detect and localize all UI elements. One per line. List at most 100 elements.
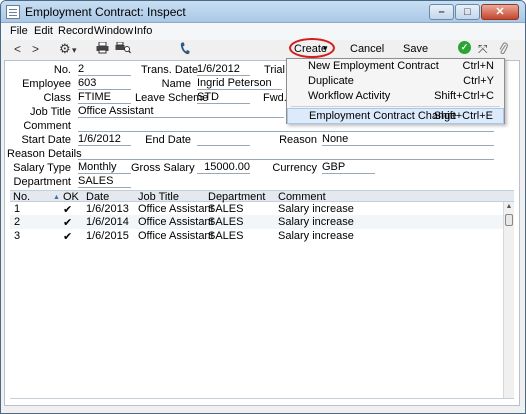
menu-window[interactable]: Window xyxy=(94,25,133,37)
row-comment: Salary increase xyxy=(278,230,354,242)
document-icon xyxy=(6,5,20,19)
scroll-thumb[interactable] xyxy=(505,214,513,226)
maximize-button[interactable]: □ xyxy=(455,4,480,20)
column-header-no[interactable]: No. xyxy=(13,192,30,203)
menu-item-shortcut: Ctrl+N xyxy=(462,60,494,72)
name-label: Name xyxy=(161,78,191,90)
menu-item-new-employment-contract[interactable]: New Employment Contract Ctrl+N xyxy=(287,59,504,75)
gear-icon[interactable]: ⚙ xyxy=(59,42,71,56)
close-button[interactable]: ✕ xyxy=(481,4,519,20)
gross-salary-field[interactable]: 15000.00 xyxy=(197,162,250,174)
menu-item-shortcut: Shift+Ctrl+C xyxy=(434,90,494,102)
department-field[interactable]: SALES xyxy=(78,176,131,188)
currency-field[interactable]: GBP xyxy=(322,162,375,174)
reason-label: Reason xyxy=(279,134,317,146)
currency-label: Currency xyxy=(272,162,317,174)
row-department: SALES xyxy=(208,230,244,242)
end-date-label: End Date xyxy=(145,134,191,146)
row-date: 1/6/2013 xyxy=(86,203,129,215)
expand-icon[interactable]: ⤧ xyxy=(478,42,488,56)
menu-edit[interactable]: Edit xyxy=(34,25,53,37)
ok-icon[interactable]: ✓ xyxy=(458,41,471,54)
no-label: No. xyxy=(53,64,71,76)
employee-field[interactable]: 603 xyxy=(78,78,131,90)
fwd-label: Fwd. xyxy=(263,92,287,104)
row-job-title: Office Assistant xyxy=(138,230,214,242)
row-department: SALES xyxy=(208,203,244,215)
row-no: 3 xyxy=(14,230,21,242)
leave-scheme-label: Leave Scheme xyxy=(135,92,209,104)
gross-salary-label: Gross Salary xyxy=(131,162,195,174)
start-date-label: Start Date xyxy=(21,134,71,146)
scroll-up-icon[interactable]: ▲ xyxy=(504,202,514,212)
reason-details-label: Reason Details xyxy=(7,148,82,160)
window-controls: – □ ✕ xyxy=(429,4,519,20)
row-job-title: Office Assistant xyxy=(138,203,214,215)
title-bar: Employment Contract: Inspect – □ ✕ xyxy=(1,1,525,23)
row-comment: Salary increase xyxy=(278,216,354,228)
row-date: 1/6/2015 xyxy=(86,230,129,242)
leave-scheme-field[interactable]: STD xyxy=(197,92,250,104)
end-date-field[interactable] xyxy=(197,134,250,146)
job-title-label: Job Title xyxy=(30,106,71,118)
save-button[interactable]: Save xyxy=(403,43,428,55)
column-header-date[interactable]: Date xyxy=(86,192,109,203)
no-field[interactable]: 2 xyxy=(78,64,131,76)
name-field[interactable]: Ingrid Peterson xyxy=(197,78,282,90)
checkmark-icon: ✔ xyxy=(63,231,73,243)
minimize-icon: – xyxy=(438,6,445,18)
print-preview-icon[interactable] xyxy=(115,41,132,57)
start-date-field[interactable]: 1/6/2012 xyxy=(78,134,131,146)
toolbar: < > ⚙ ▾ Create ▾ Cancel Save ⤧ xyxy=(1,38,525,60)
reason-field[interactable]: None xyxy=(322,134,494,146)
job-title-field[interactable]: Office Assistant xyxy=(78,106,284,118)
create-highlight-oval xyxy=(289,38,335,58)
menu-info[interactable]: Info xyxy=(134,25,152,37)
department-label: Department xyxy=(13,176,71,188)
column-header-job-title[interactable]: Job Title xyxy=(138,192,179,203)
column-header-ok[interactable]: OK xyxy=(63,192,79,203)
menu-item-shortcut: Shift+Ctrl+E xyxy=(433,110,493,122)
cancel-button[interactable]: Cancel xyxy=(350,43,384,55)
menu-item-workflow-activity[interactable]: Workflow Activity Shift+Ctrl+C xyxy=(287,89,504,105)
create-menu: New Employment Contract Ctrl+N Duplicate… xyxy=(286,58,505,124)
menu-item-label: New Employment Contract xyxy=(308,60,439,72)
menu-item-label: Duplicate xyxy=(308,75,354,87)
comment-label: Comment xyxy=(23,120,71,132)
grid-scrollbar[interactable]: ▲ xyxy=(503,202,514,398)
table-row[interactable]: 3 ✔ 1/6/2015 Office Assistant SALES Sala… xyxy=(10,229,504,243)
gear-dropdown-arrow[interactable]: ▾ xyxy=(72,43,77,57)
menu-item-shortcut: Ctrl+Y xyxy=(463,75,494,87)
row-comment: Salary increase xyxy=(278,203,354,215)
menu-file[interactable]: File xyxy=(10,25,28,37)
print-icon[interactable] xyxy=(96,41,109,57)
table-row[interactable]: 1 ✔ 1/6/2013 Office Assistant SALES Sala… xyxy=(10,202,504,216)
menu-separator xyxy=(291,106,500,107)
row-no: 2 xyxy=(14,216,21,228)
phone-icon[interactable] xyxy=(180,42,190,58)
next-record-button[interactable]: > xyxy=(32,42,39,56)
minimize-button[interactable]: – xyxy=(429,4,454,20)
menu-item-label: Workflow Activity xyxy=(308,90,391,102)
menu-item-duplicate[interactable]: Duplicate Ctrl+Y xyxy=(287,74,504,90)
row-department: SALES xyxy=(208,216,244,228)
salary-type-field[interactable]: Monthly xyxy=(78,162,131,174)
row-no: 1 xyxy=(14,203,21,215)
employment-contract-window: Employment Contract: Inspect – □ ✕ File … xyxy=(0,0,526,414)
previous-record-button[interactable]: < xyxy=(14,42,21,56)
salary-type-label: Salary Type xyxy=(13,162,71,174)
column-header-comment[interactable]: Comment xyxy=(278,192,326,203)
employee-label: Employee xyxy=(22,78,71,90)
checkmark-icon: ✔ xyxy=(63,217,73,229)
trial-label: Trial xyxy=(264,64,285,76)
class-field[interactable]: FTIME xyxy=(78,92,131,104)
attachment-icon[interactable] xyxy=(499,42,508,58)
reason-details-field[interactable] xyxy=(78,148,494,160)
column-header-department[interactable]: Department xyxy=(208,192,265,203)
close-icon: ✕ xyxy=(495,6,505,18)
table-row[interactable]: 2 ✔ 1/6/2014 Office Assistant SALES Sala… xyxy=(10,215,504,229)
menu-item-employment-contract-change[interactable]: Employment Contract Change Shift+Ctrl+E xyxy=(287,108,504,124)
window-title: Employment Contract: Inspect xyxy=(25,5,186,19)
menu-record[interactable]: Record xyxy=(58,25,93,37)
trans-date-field[interactable]: 1/6/2012 xyxy=(197,64,250,76)
